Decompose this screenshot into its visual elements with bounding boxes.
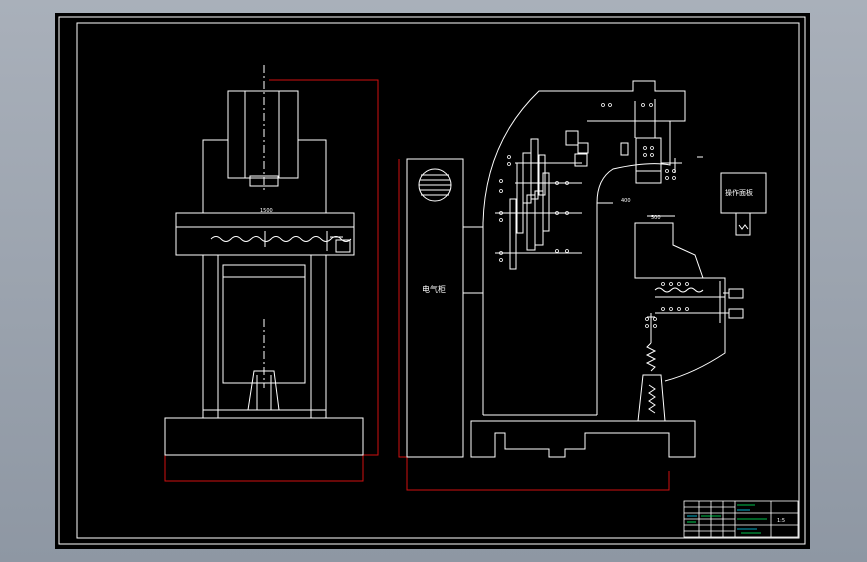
- electric-cabinet: [398, 158, 670, 491]
- side-view: [470, 80, 744, 458]
- front-red-outline: [164, 79, 379, 482]
- inner-frame: [76, 22, 800, 539]
- side-base: [470, 420, 696, 458]
- front-die: [247, 370, 280, 411]
- scale-mark: 1:5: [777, 518, 785, 524]
- drawing-sheet: 1500 电气柜 500 400 操作面板 1:5: [55, 13, 810, 549]
- side-ram: [635, 137, 662, 184]
- front-dimension-label: 1500: [260, 208, 273, 214]
- operation-panel-label: 操作面板: [725, 188, 753, 197]
- electric-cabinet-label: 电气柜: [422, 284, 446, 294]
- operation-panel: [720, 172, 767, 236]
- side-die: [637, 374, 666, 422]
- cabinet-red-outline: [398, 159, 670, 491]
- side-die-holder: [634, 222, 704, 279]
- front-base: [164, 417, 364, 456]
- cylinder-body: [227, 90, 299, 179]
- front-view: [164, 65, 379, 482]
- crosshead: [175, 212, 355, 228]
- depth-dimension-label: 400: [621, 198, 631, 204]
- side-dimension-label: 500: [651, 215, 661, 221]
- cabinet-body: [406, 158, 464, 458]
- outer-frame: [58, 16, 806, 545]
- cad-drawing: 1500 电气柜 500 400 操作面板 1:5: [58, 16, 806, 545]
